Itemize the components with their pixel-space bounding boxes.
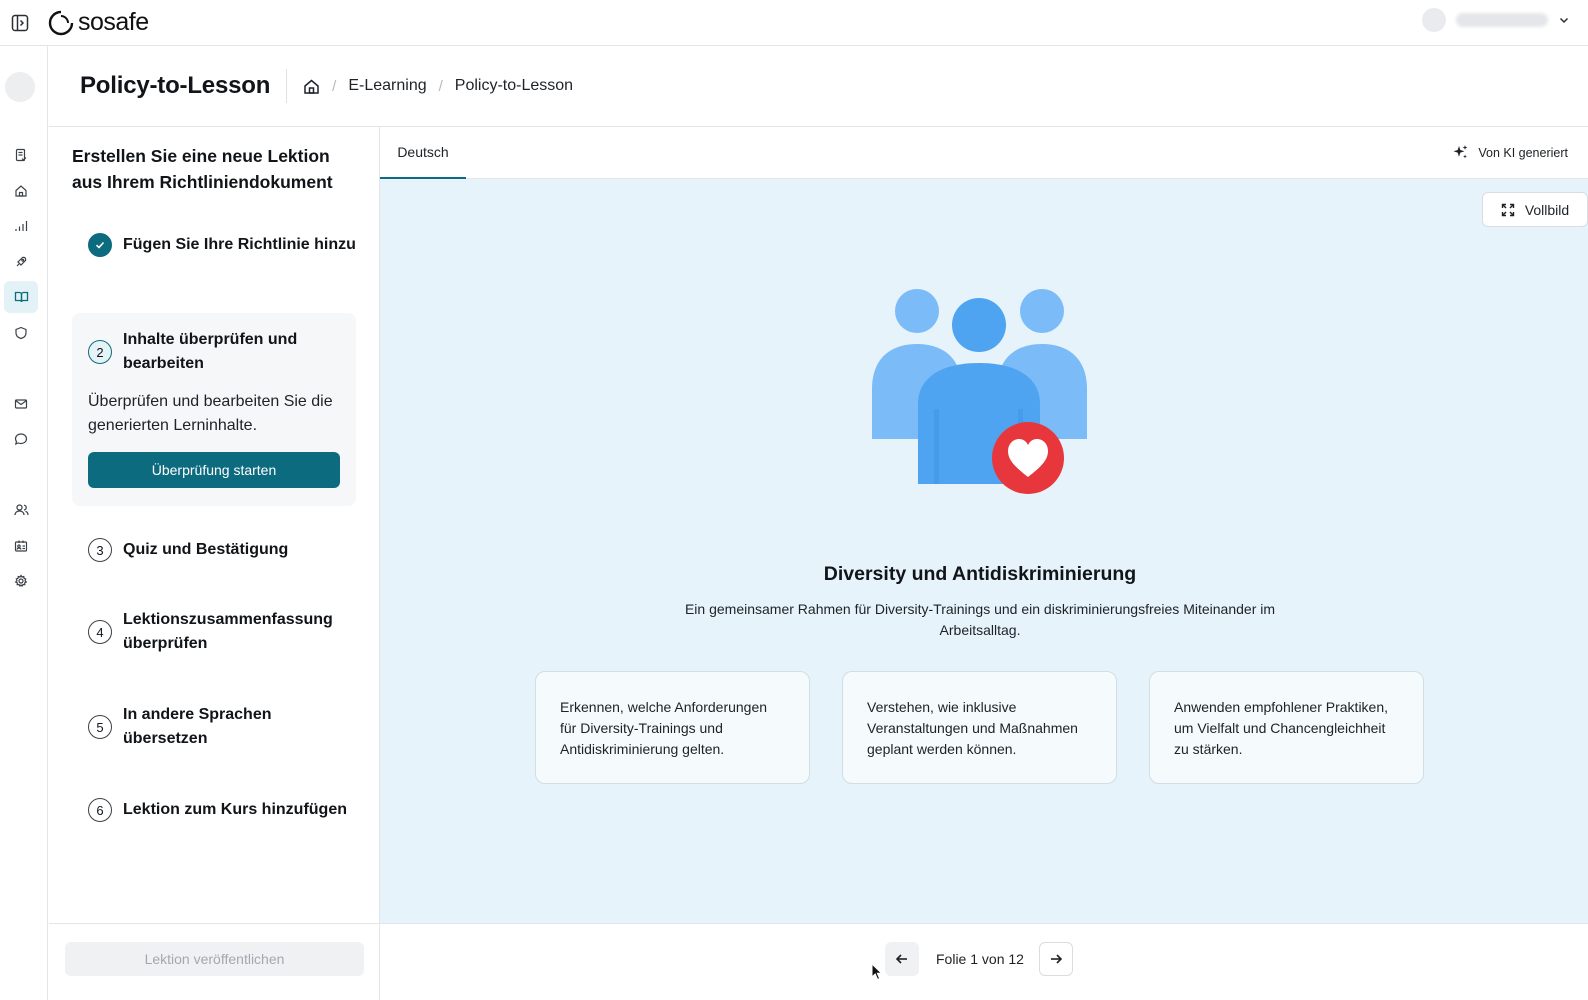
- mouse-cursor-icon: [871, 963, 883, 981]
- header-divider: [286, 69, 288, 103]
- id-card-icon: [14, 540, 28, 552]
- user-menu[interactable]: [1422, 8, 1570, 32]
- step-label: Quiz und Bestätigung: [123, 541, 289, 558]
- nav-item-chat[interactable]: [4, 423, 38, 455]
- slide: Vollbild Diversity und Antidiskriminieru…: [380, 179, 1588, 923]
- step-label: Inhalte überprüfen und bearbeiten: [123, 331, 298, 372]
- step-done-badge: [88, 233, 112, 257]
- top-bar: sosafe: [0, 0, 1588, 46]
- nav-item-elearning[interactable]: [4, 281, 38, 313]
- nav-rail: [0, 46, 48, 1000]
- chart-icon: [15, 221, 28, 231]
- steps-sidebar: Erstellen Sie eine neue Lektion aus Ihre…: [49, 127, 380, 1000]
- book-icon: [14, 291, 28, 303]
- nav-item-launch[interactable]: [4, 246, 38, 278]
- step-label: Fügen Sie Ihre Richtlinie hinzu: [123, 236, 356, 253]
- step-number: 5: [88, 715, 112, 739]
- objective-card: Verstehen, wie inklusive Veranstaltungen…: [842, 671, 1117, 784]
- sosafe-logo-icon: [48, 10, 74, 35]
- slide-pager: Folie 1 von 12: [380, 923, 1588, 1000]
- next-slide-button[interactable]: [1039, 942, 1073, 976]
- slide-title: Diversity und Antidiskriminierung: [823, 563, 1137, 585]
- nav-item-analytics[interactable]: [4, 210, 38, 242]
- breadcrumb: / E-Learning / Policy-to-Lesson: [303, 77, 573, 95]
- ai-generated-badge: Von KI generiert: [1452, 144, 1568, 161]
- step-2[interactable]: 2 Inhalte überprüfen und bearbeiten Über…: [72, 313, 356, 506]
- diversity-people-illustration: [872, 289, 1087, 494]
- nav-item-users[interactable]: [4, 494, 38, 526]
- nav-item-home[interactable]: [4, 175, 38, 207]
- step-number: 3: [88, 538, 112, 562]
- step-5[interactable]: 5 In andere Sprachen übersetzen: [72, 703, 356, 751]
- logo-text: sosafe: [78, 8, 149, 36]
- user-name-blurred: [1456, 13, 1548, 27]
- logo[interactable]: sosafe: [48, 8, 149, 37]
- expand-icon: [1501, 203, 1515, 216]
- objective-card: Anwenden empfohlener Praktiken, um Vielf…: [1149, 671, 1424, 784]
- publish-area: Lektion veröffentlichen: [49, 923, 380, 1000]
- rocket-icon: [16, 256, 27, 267]
- chat-icon: [14, 433, 28, 446]
- arrow-right-icon: [1051, 954, 1063, 964]
- ai-generated-label: Von KI generiert: [1478, 145, 1568, 160]
- shield-icon: [15, 326, 27, 340]
- sparkles-icon: [1453, 145, 1468, 159]
- org-avatar[interactable]: [5, 72, 35, 102]
- sidebar-toggle-button[interactable]: [0, 0, 40, 46]
- users-icon: [13, 504, 29, 516]
- breadcrumb-home[interactable]: [303, 78, 320, 95]
- nav-item-documents[interactable]: [4, 139, 38, 171]
- learning-objectives: Erkennen, welche Anforderungen für Diver…: [535, 671, 1424, 784]
- step-6[interactable]: 6 Lektion zum Kurs hinzufügen: [72, 798, 356, 822]
- check-icon: [95, 241, 105, 249]
- arrow-left-icon: [895, 954, 907, 964]
- language-tabs: Deutsch Von KI generiert: [380, 127, 1588, 179]
- mail-icon: [14, 399, 28, 409]
- document-icon: [15, 148, 27, 162]
- breadcrumb-separator: /: [332, 77, 337, 95]
- breadcrumb-item-elearning[interactable]: E-Learning: [348, 77, 426, 95]
- step-number: 6: [88, 798, 112, 822]
- fullscreen-button[interactable]: Vollbild: [1482, 192, 1588, 227]
- nav-item-settings[interactable]: [4, 565, 38, 597]
- chevron-down-icon: [1559, 17, 1569, 24]
- previous-slide-button[interactable]: [885, 942, 919, 976]
- breadcrumb-item-current: Policy-to-Lesson: [454, 77, 574, 94]
- step-number: 4: [88, 620, 112, 644]
- step-label: In andere Sprachen übersetzen: [123, 706, 272, 747]
- step-number: 2: [88, 340, 112, 364]
- gear-icon: [14, 574, 28, 587]
- objective-card: Erkennen, welche Anforderungen für Diver…: [535, 671, 810, 784]
- step-label: Lektion zum Kurs hinzufügen: [123, 801, 347, 818]
- panel-toggle-icon: [11, 14, 29, 31]
- nav-item-security[interactable]: [4, 317, 38, 349]
- step-1[interactable]: Fügen Sie Ihre Richtlinie hinzu: [72, 233, 356, 257]
- page-title: Policy-to-Lesson: [80, 72, 271, 99]
- publish-lesson-button[interactable]: Lektion veröffentlichen: [65, 942, 364, 976]
- fullscreen-label: Vollbild: [1524, 201, 1570, 218]
- page-header: Policy-to-Lesson / E-Learning / Policy-t…: [49, 46, 1588, 127]
- slide-counter: Folie 1 von 12: [936, 951, 1024, 967]
- steps-title: Erstellen Sie eine neue Lektion aus Ihre…: [72, 146, 333, 192]
- breadcrumb-separator: /: [438, 77, 443, 95]
- user-avatar: [1422, 8, 1446, 32]
- step-3[interactable]: 3 Quiz und Bestätigung: [72, 538, 356, 562]
- lesson-preview: Deutsch Von KI generiert Vollbild Divers…: [380, 127, 1588, 923]
- tab-deutsch[interactable]: Deutsch: [380, 127, 466, 179]
- nav-item-directory[interactable]: [4, 530, 38, 562]
- step-4[interactable]: 4 Lektionszusammenfassung überprüfen: [72, 608, 356, 656]
- slide-subtitle: Ein gemeinsamer Rahmen für Diversity-Tra…: [684, 601, 1276, 638]
- step-label: Lektionszusammenfassung überprüfen: [123, 611, 333, 652]
- nav-item-mail[interactable]: [4, 388, 38, 420]
- home-icon: [304, 79, 319, 94]
- home-icon: [15, 185, 27, 197]
- start-review-button[interactable]: Überprüfung starten: [88, 452, 340, 488]
- step-description: Überprüfen und bearbeiten Sie die generi…: [88, 393, 333, 434]
